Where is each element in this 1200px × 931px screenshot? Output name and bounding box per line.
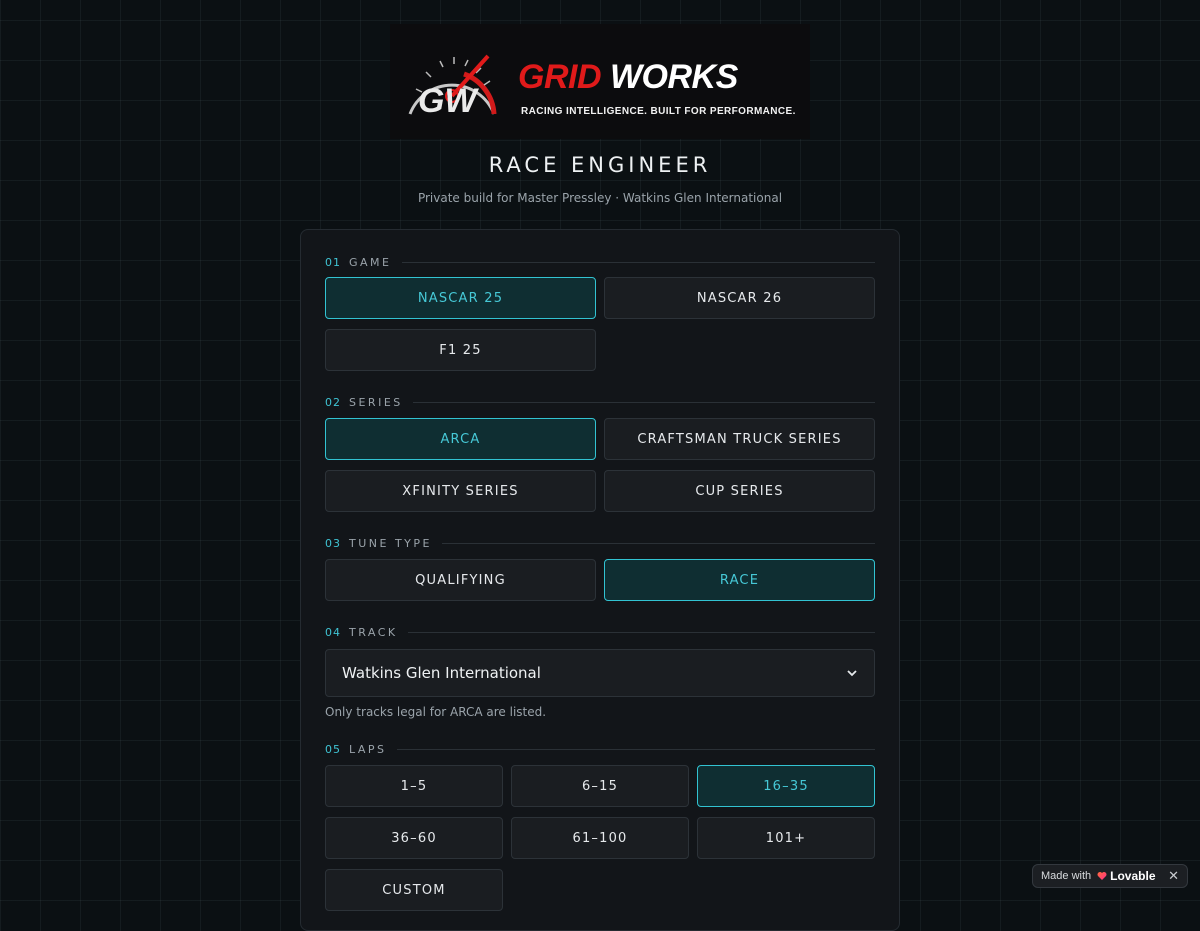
brand-name: GRID WORKS [518,58,738,96]
laps-option-101-plus[interactable]: 101+ [697,817,875,859]
laps-option-custom[interactable]: CUSTOM [325,869,503,911]
game-option-f1-25[interactable]: F1 25 [325,329,596,371]
made-with-lovable-badge[interactable]: Made with Lovable ✕ [1032,864,1188,888]
badge-brand: Lovable [1110,869,1156,883]
laps-option-16-35[interactable]: 16–35 [697,765,875,807]
chevron-down-icon [847,670,857,677]
track-select-value: Watkins Glen International [342,664,541,682]
tune-option-race[interactable]: RACE [604,559,875,601]
track-hint: Only tracks legal for ARCA are listed. [325,705,547,719]
section-series-header: 02 SERIES [325,394,875,410]
gridworks-logo: GW GRID WORKS RACING INTELLIGENCE. BUILT… [390,24,810,139]
lovable-heart-icon [1097,872,1107,880]
close-icon[interactable]: ✕ [1168,868,1179,884]
laps-option-36-60[interactable]: 36–60 [325,817,503,859]
game-option-nascar-26[interactable]: NASCAR 26 [604,277,875,319]
logo-monogram: GW [418,82,479,120]
game-option-nascar-25[interactable]: NASCAR 25 [325,277,596,319]
track-select[interactable]: Watkins Glen International [325,649,875,697]
page-title: RACE ENGINEER [488,153,712,177]
laps-option-1-5[interactable]: 1–5 [325,765,503,807]
section-game-header: 01 GAME [325,254,875,270]
section-track-header: 04 TRACK [325,624,875,640]
series-option-xfinity[interactable]: XFINITY SERIES [325,470,596,512]
section-laps-header: 05 LAPS [325,741,875,757]
laps-option-6-15[interactable]: 6–15 [511,765,689,807]
laps-option-61-100[interactable]: 61–100 [511,817,689,859]
series-option-arca[interactable]: ARCA [325,418,596,460]
page-subtitle: Private build for Master Pressley · Watk… [417,191,783,205]
section-tune-header: 03 TUNE TYPE [325,535,875,551]
brand-tagline: RACING INTELLIGENCE. BUILT FOR PERFORMAN… [521,106,796,117]
tune-option-qualifying[interactable]: QUALIFYING [325,559,596,601]
series-option-truck[interactable]: CRAFTSMAN TRUCK SERIES [604,418,875,460]
config-panel: 01 GAME NASCAR 25 NASCAR 26 F1 25 02 SER… [300,229,900,931]
speedometer-logo-icon: GW [408,54,497,120]
badge-made-with-text: Made with [1041,870,1092,882]
series-option-cup[interactable]: CUP SERIES [604,470,875,512]
